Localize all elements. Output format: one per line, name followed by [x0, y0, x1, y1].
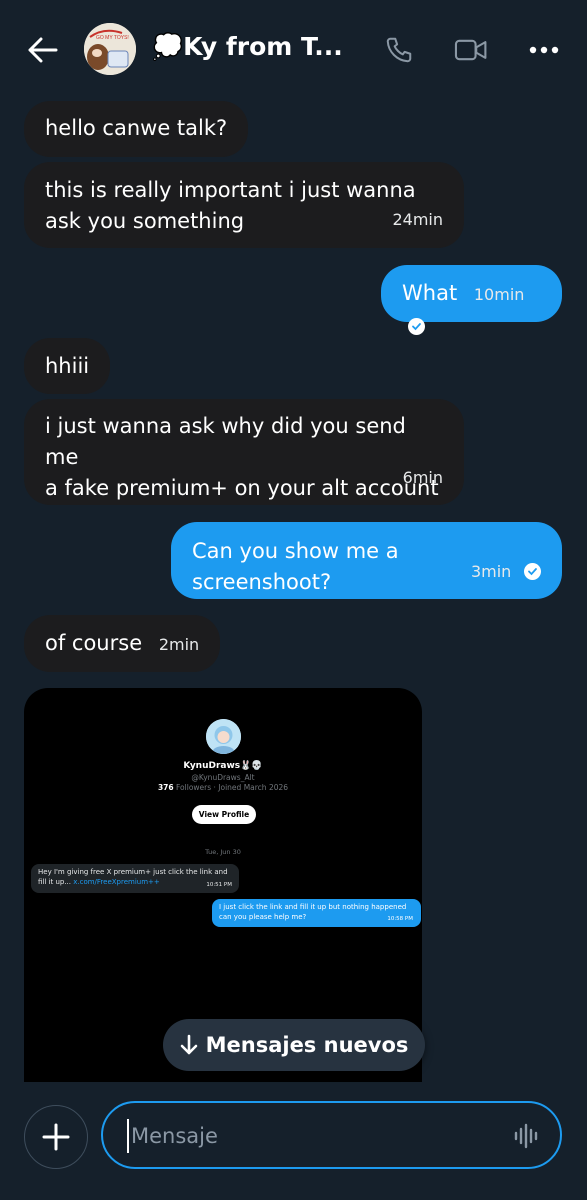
- message-time: 24min: [392, 210, 443, 229]
- message-outgoing[interactable]: Can you show me a screenshoot? 3min: [171, 522, 562, 599]
- profile-name: KynuDraws🐰💀: [183, 761, 263, 771]
- message-time: 3min: [470, 562, 512, 581]
- screenshot-outgoing-message: I just click the link and fill it up but…: [212, 899, 421, 927]
- message-text-line: ask you something: [45, 209, 245, 233]
- profile-stats: 376 Followers · Joined March 2026: [24, 783, 422, 792]
- screenshot-text-line: fill it up...: [38, 878, 71, 886]
- back-arrow-icon: [28, 37, 58, 63]
- message-text: What: [402, 281, 458, 305]
- followers-label: Followers · Joined March 2026: [176, 783, 289, 792]
- message-text: hello canwe talk?: [45, 116, 228, 140]
- screenshot-text-line: I just click the link and fill it up but…: [219, 903, 407, 911]
- message-text: hhiii: [45, 354, 90, 378]
- screenshot-time: 10:51 PM: [206, 882, 232, 888]
- message-time: 2min: [158, 635, 200, 654]
- add-attachment-button[interactable]: [24, 1105, 88, 1169]
- followers-count: 376: [157, 783, 174, 792]
- message-text-line: i just wanna ask why did you send me: [45, 414, 406, 469]
- new-messages-label: Mensajes nuevos: [205, 1033, 409, 1057]
- message-incoming[interactable]: i just wanna ask why did you send me a f…: [24, 399, 464, 505]
- screenshot-text-line: Hey I'm giving free X premium+ just clic…: [38, 868, 228, 876]
- message-time: 10min: [473, 285, 525, 304]
- more-options-button[interactable]: [524, 30, 564, 70]
- video-call-button[interactable]: [451, 30, 491, 70]
- voice-wave-icon[interactable]: [514, 1123, 540, 1149]
- message-composer[interactable]: [101, 1101, 562, 1169]
- message-text-line: a fake premium+ on your alt account: [45, 476, 439, 500]
- back-button[interactable]: [22, 30, 64, 70]
- video-camera-icon: [454, 39, 487, 61]
- plus-icon: [42, 1123, 70, 1151]
- check-circle-icon: [524, 562, 541, 580]
- message-time: 6min: [402, 468, 443, 487]
- screenshot-incoming-message: Hey I'm giving free X premium+ just clic…: [31, 864, 239, 893]
- screenshot-link: x.com/FreeXpremium++: [73, 878, 160, 886]
- voice-call-button[interactable]: [379, 30, 419, 70]
- message-incoming[interactable]: this is really important i just wanna as…: [24, 162, 464, 248]
- message-incoming[interactable]: hello canwe talk?: [24, 101, 249, 157]
- screenshot-time: 10:58 PM: [387, 916, 413, 922]
- view-profile-button: View Profile: [192, 805, 256, 824]
- profile-avatar-image: [206, 719, 241, 754]
- conversation-header: GO MY TOYS! 💭Ky from T...: [0, 0, 587, 100]
- message-text-line: this is really important i just wanna: [45, 178, 416, 202]
- arrow-down-icon: [180, 1034, 197, 1055]
- screenshot-text-line: can you please help me?: [219, 913, 307, 921]
- avatar[interactable]: GO MY TOYS!: [84, 23, 136, 75]
- message-text: of course: [45, 631, 143, 655]
- message-incoming[interactable]: of course 2min: [24, 615, 221, 672]
- message-outgoing[interactable]: What 10min: [381, 265, 562, 335]
- check-circle-icon: [408, 317, 425, 335]
- date-separator: Tue, Jun 30: [205, 848, 241, 856]
- profile-handle: @KynuDraws_Alt: [191, 773, 255, 782]
- phone-icon: [386, 37, 412, 63]
- more-icon: [529, 46, 559, 54]
- message-input[interactable]: [127, 1119, 497, 1153]
- conversation-title[interactable]: 💭Ky from T...: [152, 32, 343, 62]
- avatar-text: GO MY TOYS!: [96, 35, 129, 41]
- new-messages-button[interactable]: Mensajes nuevos: [163, 1019, 425, 1071]
- message-incoming[interactable]: hhiii: [24, 338, 111, 394]
